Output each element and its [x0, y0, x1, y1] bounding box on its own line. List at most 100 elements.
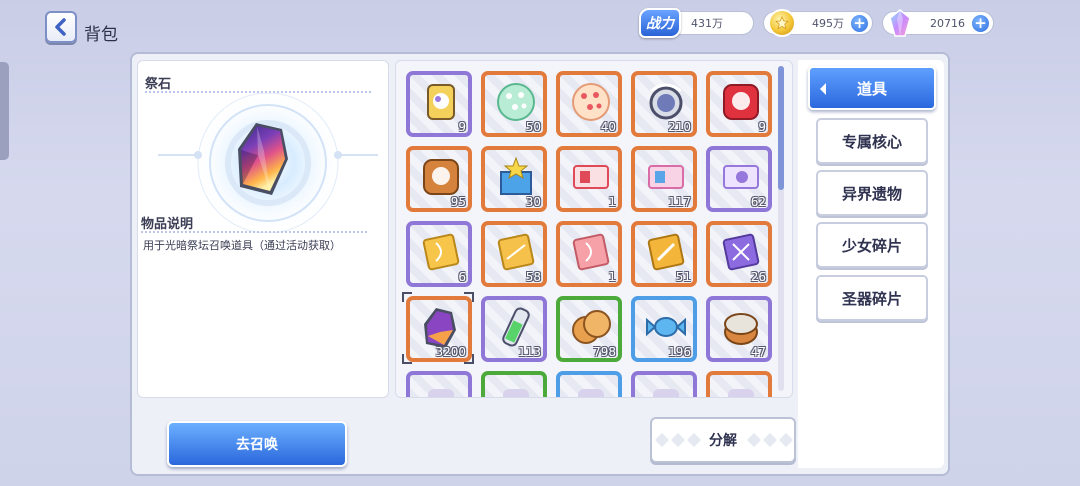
- bronze-soul-box-icon: [423, 159, 459, 195]
- selection-corner: [402, 292, 412, 302]
- item-count: 798: [593, 345, 616, 359]
- gold-dna-card-icon: [422, 233, 460, 271]
- chevron-left-icon: [55, 18, 66, 36]
- item-count: 62: [750, 195, 766, 209]
- item-count: 58: [525, 270, 541, 284]
- gold-card-icon: [497, 233, 535, 271]
- item-description-title: 物品说明: [141, 217, 194, 232]
- selection-corner: [464, 292, 474, 302]
- soul-can-icon: [427, 84, 455, 120]
- item-count: 95: [450, 195, 466, 209]
- divider: [141, 231, 367, 233]
- coin-icon: [768, 9, 796, 37]
- inventory-item[interactable]: 95: [406, 146, 472, 212]
- gem-value: 20716: [930, 16, 965, 30]
- go-summon-button[interactable]: 去召唤: [167, 421, 347, 467]
- candy-icon: [646, 317, 686, 337]
- inventory-item[interactable]: 117: [631, 146, 697, 212]
- item-count: 9: [458, 120, 466, 134]
- inventory-item[interactable]: 58: [481, 221, 547, 287]
- grid-scrollbar[interactable]: [778, 66, 784, 391]
- partial-item-icon: [653, 389, 679, 397]
- side-drawer-handle[interactable]: [0, 62, 9, 160]
- item-count: 47: [750, 345, 766, 359]
- inventory-item[interactable]: 9: [706, 71, 772, 137]
- partial-item-icon: [728, 389, 754, 397]
- inventory-item[interactable]: 26: [706, 221, 772, 287]
- inventory-item[interactable]: 210: [631, 71, 697, 137]
- crystal-icon: [889, 9, 911, 37]
- item-count: 113: [518, 345, 541, 359]
- pink-cookie-icon: [572, 83, 610, 121]
- partial-item-icon: [428, 389, 454, 397]
- inventory-item[interactable]: 113: [481, 296, 547, 362]
- tab-girl-fragment[interactable]: 少女碎片: [816, 222, 928, 268]
- tab-items[interactable]: 道具: [808, 66, 936, 110]
- item-count: 210: [668, 120, 691, 134]
- inventory-item[interactable]: 196: [631, 296, 697, 362]
- gold-sword-card-icon: [647, 233, 685, 271]
- inventory-item[interactable]: 798: [556, 296, 622, 362]
- caret-left-icon: [820, 83, 826, 95]
- inventory-item[interactable]: 6: [406, 221, 472, 287]
- item-count: 30: [525, 195, 541, 209]
- item-name: 祭石: [145, 77, 172, 92]
- red-soul-box-icon: [723, 84, 759, 120]
- tin-can-icon: [724, 313, 758, 345]
- item-count: 40: [600, 120, 616, 134]
- item-count: 6: [458, 270, 466, 284]
- pink-dna-card-icon: [572, 233, 610, 271]
- partial-item-icon: [503, 389, 529, 397]
- item-count: 1: [608, 270, 616, 284]
- back-button[interactable]: [45, 11, 77, 43]
- tab-items-label: 道具: [856, 79, 887, 98]
- inventory-item[interactable]: 62: [706, 146, 772, 212]
- item-count: 50: [525, 120, 541, 134]
- inventory-item[interactable]: 1: [556, 146, 622, 212]
- inventory-item[interactable]: 30: [481, 146, 547, 212]
- selection-corner: [402, 354, 412, 364]
- inventory-item[interactable]: [406, 371, 472, 397]
- inventory-item[interactable]: [481, 371, 547, 397]
- item-description-text: 用于光暗祭坛召唤道具（通过活动获取）: [143, 239, 341, 252]
- inventory-item[interactable]: [631, 371, 697, 397]
- decompose-button[interactable]: 分解: [650, 417, 796, 463]
- green-cookie-icon: [497, 83, 535, 121]
- decompose-label: 分解: [709, 433, 737, 449]
- inventory-item[interactable]: [706, 371, 772, 397]
- item-count: 3200: [435, 345, 466, 359]
- item-count: 51: [675, 270, 691, 284]
- gem-display: 20716 +: [882, 9, 994, 37]
- tab-exclusive-core[interactable]: 专属核心: [816, 118, 928, 164]
- inventory-item[interactable]: 50: [481, 71, 547, 137]
- smile-ticket-icon: [723, 165, 759, 189]
- pink-ticket-icon: [648, 165, 684, 189]
- page-title: 背包: [84, 25, 118, 45]
- gold-display: 495万 +: [763, 9, 873, 37]
- inventory-item[interactable]: 9: [406, 71, 472, 137]
- selection-corner: [464, 354, 474, 364]
- green-tube-icon: [502, 307, 530, 347]
- inventory-item[interactable]: 40: [556, 71, 622, 137]
- partial-item-icon: [578, 389, 604, 397]
- altar-stone-large-icon: [238, 123, 288, 195]
- inventory-grid[interactable]: 9 50 40 210 9 95 30 1 117 62 6 58 1 51 26 3200 113 798 196…: [395, 60, 793, 398]
- tab-holy-fragment[interactable]: 圣器碎片: [816, 275, 928, 321]
- item-count: 196: [668, 345, 691, 359]
- gift-box-icon: [500, 156, 532, 195]
- inventory-item[interactable]: 47: [706, 296, 772, 362]
- item-count: 26: [750, 270, 766, 284]
- add-gem-button[interactable]: +: [970, 13, 991, 34]
- scrollbar-thumb[interactable]: [778, 66, 784, 190]
- item-count: 1: [608, 195, 616, 209]
- power-display: 战力 431万: [639, 8, 754, 38]
- inventory-item[interactable]: 1: [556, 221, 622, 287]
- inventory-item[interactable]: 3200: [406, 296, 472, 362]
- biscuit-icon: [572, 310, 611, 344]
- inventory-item[interactable]: [556, 371, 622, 397]
- red-ticket-icon: [573, 165, 609, 189]
- tab-otherworld-relic[interactable]: 异界遗物: [816, 170, 928, 216]
- gold-value: 495万: [812, 17, 844, 30]
- add-gold-button[interactable]: +: [849, 13, 870, 34]
- inventory-item[interactable]: 51: [631, 221, 697, 287]
